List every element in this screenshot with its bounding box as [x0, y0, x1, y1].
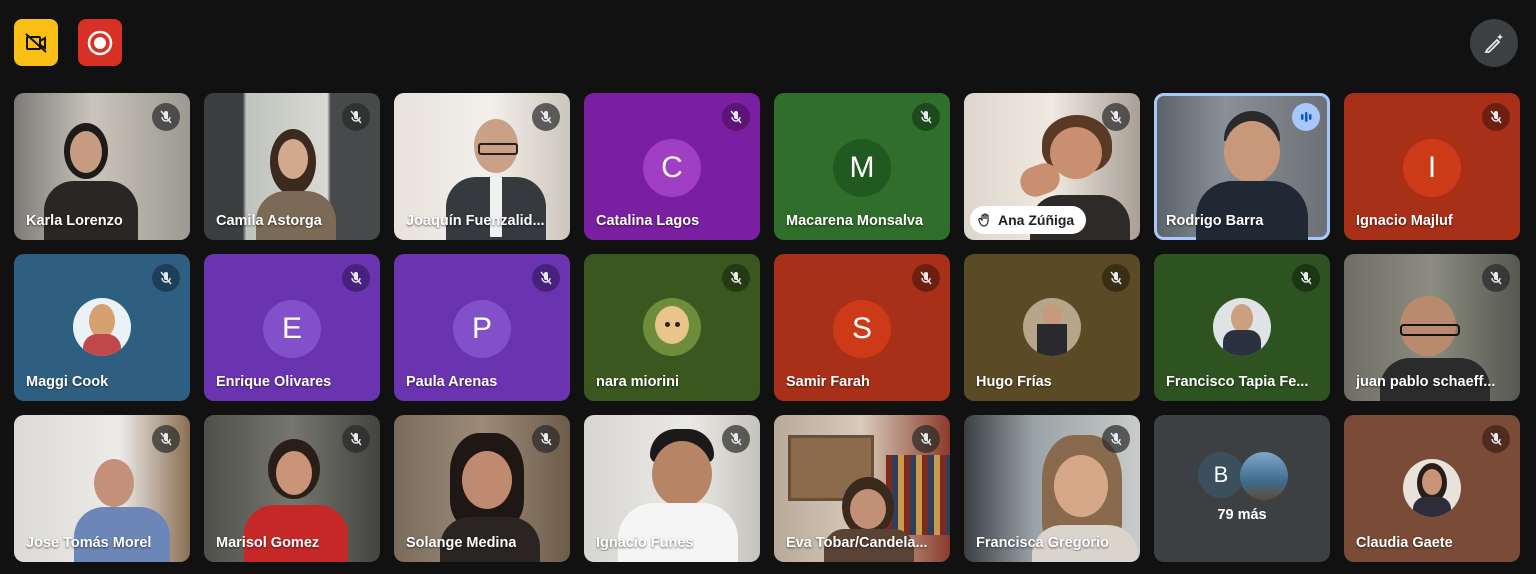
mic-off-icon	[1102, 425, 1130, 453]
raised-hand-icon	[978, 213, 989, 227]
participant-tile[interactable]: P Paula Arenas	[394, 254, 570, 401]
participant-tile[interactable]: Eva Tobar/Candela...	[774, 415, 950, 562]
participant-name: Ignacio Majluf	[1356, 213, 1453, 229]
participant-photo	[643, 298, 701, 356]
participant-tile[interactable]: Maggi Cook	[14, 254, 190, 401]
participant-tile[interactable]: I Ignacio Majluf	[1344, 93, 1520, 240]
videocam-off-icon	[25, 32, 47, 53]
participant-name: Joaquín Fuenzalid...	[406, 213, 545, 229]
participant-name: Catalina Lagos	[596, 213, 700, 229]
speaking-indicator-icon	[1292, 103, 1320, 131]
participant-tile[interactable]: M Macarena Monsalva	[774, 93, 950, 240]
participant-tile-active-speaker[interactable]: Rodrigo Barra	[1154, 93, 1330, 240]
participant-name: Paula Arenas	[406, 374, 498, 390]
participant-avatar: P	[453, 300, 511, 358]
participant-avatar: I	[1403, 139, 1461, 197]
participant-tile[interactable]: Francisca Gregorio	[964, 415, 1140, 562]
participant-photo	[1213, 298, 1271, 356]
participant-name: Hugo Frías	[976, 374, 1052, 390]
recording-button[interactable]	[78, 19, 122, 66]
participant-name: Eva Tobar/Candela...	[786, 535, 928, 551]
mic-off-icon	[342, 264, 370, 292]
participant-tile[interactable]: juan pablo schaeff...	[1344, 254, 1520, 401]
participant-name: Solange Medina	[406, 535, 517, 551]
participant-tile[interactable]: E Enrique Olivares	[204, 254, 380, 401]
participant-name: Enrique Olivares	[216, 374, 332, 390]
mic-off-icon	[722, 103, 750, 131]
mic-off-icon	[152, 425, 180, 453]
more-participants-label: 79 más	[1217, 507, 1267, 523]
participant-name: Francisca Gregorio	[976, 535, 1109, 551]
camera-off-button[interactable]	[14, 19, 58, 66]
participant-name: Camila Astorga	[216, 213, 322, 229]
participant-tile[interactable]: Ignacio Funes	[584, 415, 760, 562]
mic-off-icon	[342, 425, 370, 453]
participant-tile[interactable]: nara miorini	[584, 254, 760, 401]
participant-photo	[73, 298, 131, 356]
mic-off-icon	[152, 264, 180, 292]
participant-photo	[1403, 459, 1461, 517]
participant-tile[interactable]: Solange Medina	[394, 415, 570, 562]
mic-off-icon	[1482, 103, 1510, 131]
edit-button[interactable]	[1470, 19, 1518, 67]
participant-name: nara miorini	[596, 374, 679, 390]
mic-off-icon	[1482, 425, 1510, 453]
participant-tile[interactable]: Marisol Gomez	[204, 415, 380, 562]
record-icon	[87, 30, 113, 55]
participant-tile[interactable]: C Catalina Lagos	[584, 93, 760, 240]
mic-off-icon	[342, 103, 370, 131]
participant-avatar: B	[1198, 452, 1244, 498]
mic-off-icon	[722, 264, 750, 292]
participant-name: Rodrigo Barra	[1166, 213, 1264, 229]
mic-off-icon	[532, 425, 560, 453]
mic-off-icon	[1482, 264, 1510, 292]
participant-name: Claudia Gaete	[1356, 535, 1453, 551]
mic-off-icon	[912, 103, 940, 131]
participant-name: Maggi Cook	[26, 374, 109, 390]
participant-tile[interactable]: Claudia Gaete	[1344, 415, 1520, 562]
raised-hand-badge: Ana Zúñiga	[970, 206, 1087, 234]
participant-tile[interactable]: Karla Lorenzo	[14, 93, 190, 240]
mic-off-icon	[532, 264, 560, 292]
participant-tile[interactable]: S Samir Farah	[774, 254, 950, 401]
participant-name: Karla Lorenzo	[26, 213, 123, 229]
participant-tile[interactable]: Joaquín Fuenzalid...	[394, 93, 570, 240]
participant-avatar: M	[833, 139, 891, 197]
mic-off-icon	[1102, 264, 1130, 292]
participant-name: Jose Tomás Morel	[26, 535, 152, 551]
participant-name: Marisol Gomez	[216, 535, 320, 551]
participant-grid: Karla Lorenzo Camila Astorga Joaquín Fue…	[14, 93, 1520, 562]
mic-off-icon	[532, 103, 560, 131]
mic-off-icon	[1292, 264, 1320, 292]
participant-name: Ana Zúñiga	[998, 212, 1075, 228]
mic-off-icon	[722, 425, 750, 453]
participant-tile[interactable]: Francisco Tapia Fe...	[1154, 254, 1330, 401]
participant-name: Macarena Monsalva	[786, 213, 924, 229]
participant-name: Samir Farah	[786, 374, 870, 390]
participant-tile[interactable]: Camila Astorga	[204, 93, 380, 240]
participant-name: Francisco Tapia Fe...	[1166, 374, 1309, 390]
mic-off-icon	[912, 264, 940, 292]
participant-photo	[1023, 298, 1081, 356]
mic-off-icon	[1102, 103, 1130, 131]
participant-avatar: E	[263, 300, 321, 358]
more-participants-tile[interactable]: B 79 más	[1154, 415, 1330, 562]
participant-avatar: S	[833, 300, 891, 358]
participant-name: Ignacio Funes	[596, 535, 694, 551]
participant-tile[interactable]: Ana Zúñiga	[964, 93, 1140, 240]
mic-off-icon	[152, 103, 180, 131]
pen-sparkle-icon	[1484, 34, 1503, 53]
participant-tile[interactable]: Hugo Frías	[964, 254, 1140, 401]
participant-avatar: C	[643, 139, 701, 197]
participant-tile[interactable]: Jose Tomás Morel	[14, 415, 190, 562]
mic-off-icon	[912, 425, 940, 453]
participant-name: juan pablo schaeff...	[1356, 374, 1496, 390]
participant-photo	[1240, 452, 1288, 500]
